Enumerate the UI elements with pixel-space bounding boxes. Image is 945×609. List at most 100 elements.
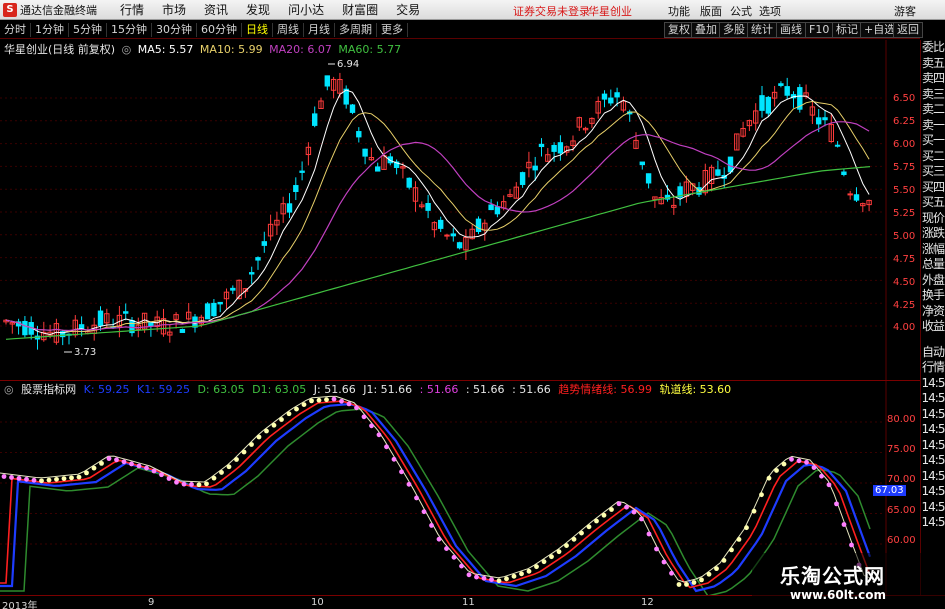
j-dot-up <box>736 537 742 542</box>
j-dot-up <box>751 508 757 514</box>
menu-discover[interactable]: 发现 <box>237 1 279 18</box>
period-15min[interactable]: 15分钟 <box>107 22 152 37</box>
period-multi[interactable]: 多周期 <box>335 22 377 37</box>
j-dot-down <box>451 554 457 560</box>
j-dot-down <box>181 481 187 487</box>
guest-button[interactable]: 游客 <box>894 3 916 19</box>
restore-rights-button[interactable]: 复权 <box>664 22 694 38</box>
panel-label: 卖二 <box>921 102 945 116</box>
period-30min[interactable]: 30分钟 <box>152 22 197 37</box>
panel-label: 净资 <box>921 303 945 318</box>
j-dot-down <box>789 456 794 462</box>
j-dot-down <box>331 396 337 402</box>
auto-quote-tab[interactable]: 自动 <box>921 345 945 361</box>
candle-down <box>438 219 444 229</box>
candle-down <box>822 117 828 121</box>
period-5min[interactable]: 5分钟 <box>69 22 107 37</box>
high-annotation: 6.94 <box>337 59 359 70</box>
candle-down <box>362 148 368 157</box>
candlestick-chart[interactable]: 6.94 3.73 <box>0 40 920 380</box>
candle-down <box>204 303 211 320</box>
overlay-button[interactable]: 叠加 <box>691 22 721 38</box>
period-timeshare[interactable]: 分时 <box>0 22 31 37</box>
period-weekly[interactable]: 周线 <box>273 22 304 37</box>
j-dot-down <box>421 509 427 515</box>
panel-label: 总量 <box>921 257 945 271</box>
j-dot-down <box>624 504 629 510</box>
period-1min[interactable]: 1分钟 <box>31 22 69 37</box>
panel-label: 委比 <box>921 40 945 54</box>
period-monthly[interactable]: 月线 <box>304 22 335 37</box>
candle-down <box>406 177 412 188</box>
menu-wealth[interactable]: 财富圈 <box>333 1 387 18</box>
j-dot-up <box>324 397 329 403</box>
j-dot-down <box>436 536 442 542</box>
j-dot-up <box>729 547 734 553</box>
menu-quotes[interactable]: 行情 <box>111 1 153 18</box>
candle-down <box>494 206 501 215</box>
auto-quote-tab[interactable]: 行情 <box>921 360 945 376</box>
menu-layout[interactable]: 版面 <box>700 3 722 19</box>
j-dot-down <box>339 398 344 404</box>
j-dot-down <box>669 570 674 576</box>
k-line <box>0 400 871 589</box>
j-dot-up <box>84 470 89 476</box>
indicator-axis-label: 80.00 <box>887 414 916 425</box>
indicator-v2: : 51.66 <box>465 383 505 396</box>
j-dot-up <box>234 457 239 462</box>
panel-label: 外盘 <box>921 272 945 287</box>
multi-stock-button[interactable]: 多股 <box>719 22 749 38</box>
mark-button[interactable]: 标记 <box>832 22 862 38</box>
candle-down <box>349 104 356 113</box>
candle-down <box>519 172 526 185</box>
j-dot-down <box>24 476 29 482</box>
menu-options[interactable]: 选项 <box>759 3 781 19</box>
date-label: 2013年 <box>2 601 38 609</box>
j-dot-down <box>841 522 847 527</box>
app-logo-icon: S <box>3 2 17 17</box>
j-dot-up <box>226 464 232 470</box>
indicator-trend: 趋势情绪线: 56.99 <box>558 383 652 396</box>
j-dot-up <box>91 465 97 471</box>
j-dot-up <box>534 564 539 570</box>
j-dot-up <box>721 558 727 563</box>
j-dot-up <box>271 422 277 428</box>
j-dot-down <box>189 482 194 487</box>
menu-trade[interactable]: 交易 <box>387 1 429 18</box>
ma10-line <box>5 100 870 333</box>
period-daily[interactable]: 日线 <box>242 22 273 37</box>
j-dot-up <box>249 442 254 447</box>
back-button[interactable]: 返回 <box>893 22 923 38</box>
j-dot-up <box>211 475 217 481</box>
menu-formula[interactable]: 公式 <box>730 3 752 19</box>
j-dot-down <box>466 572 472 578</box>
menu-ask[interactable]: 问小达 <box>279 1 333 18</box>
menu-market[interactable]: 市场 <box>153 1 195 18</box>
j-dot-up <box>541 559 547 565</box>
menu-news[interactable]: 资讯 <box>195 1 237 18</box>
j-dot-up <box>526 568 532 574</box>
indicator-settings-icon[interactable]: ◎ <box>4 383 14 396</box>
j-dot-down <box>834 501 839 507</box>
j-dot-down <box>414 495 419 501</box>
watermark-url: www.60lt.com <box>790 588 887 602</box>
j-dot-down <box>361 414 367 420</box>
f10-button[interactable]: F10 <box>805 22 834 38</box>
tick-time: 14:5 <box>921 468 945 483</box>
candle-down <box>450 233 457 237</box>
legend-settings-icon[interactable]: ◎ <box>122 43 132 56</box>
candle-down <box>97 310 104 326</box>
indicator-name[interactable]: 股票指标网 <box>21 383 76 396</box>
indicator-current-value: 67.03 <box>873 485 906 496</box>
stats-button[interactable]: 统计 <box>747 22 777 38</box>
menu-function[interactable]: 功能 <box>668 3 690 19</box>
trade-login-notice[interactable]: 证券交易未登录 <box>513 3 590 19</box>
period-60min[interactable]: 60分钟 <box>197 22 242 37</box>
draw-line-button[interactable]: 画线 <box>776 22 806 38</box>
j-dot-down <box>804 459 809 465</box>
j-dot-up <box>316 397 322 403</box>
candle-down <box>816 117 822 125</box>
period-more[interactable]: 更多 <box>377 22 408 37</box>
j-dot-up <box>496 578 502 584</box>
candle-down <box>551 144 557 152</box>
